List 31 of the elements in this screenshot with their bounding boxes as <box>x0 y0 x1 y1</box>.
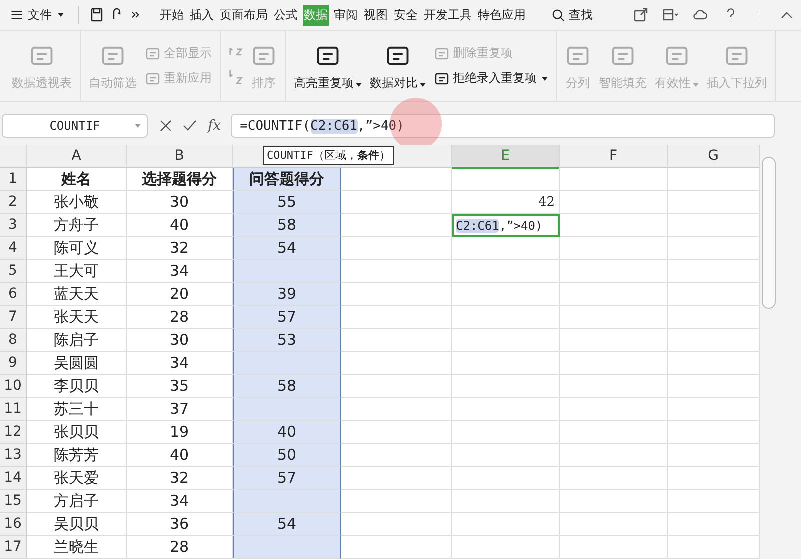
table-cell: 57 <box>233 306 341 329</box>
table-cell: 兰晓生 <box>27 536 127 559</box>
table-cell: 吴圆圆 <box>27 352 127 375</box>
table-cell: 50 <box>233 444 341 467</box>
table-cell: 张小敬 <box>27 191 127 214</box>
table-cell: 问答题得分 <box>233 168 341 191</box>
table-cell: 42 <box>452 191 560 214</box>
table-cell: 57 <box>233 467 341 490</box>
table-cell: 张天天 <box>27 306 127 329</box>
table-cell: 方启子 <box>27 490 127 513</box>
table-cell: 苏三十 <box>27 398 127 421</box>
table-cell: 55 <box>233 191 341 214</box>
table-cell: 54 <box>233 513 341 536</box>
table-cell: 58 <box>233 214 341 237</box>
table-cell: 53 <box>233 329 341 352</box>
table-cell: 58 <box>233 375 341 398</box>
table-cell: 陈可义 <box>27 237 127 260</box>
table-cell: 54 <box>233 237 341 260</box>
table-cell: 蓝天天 <box>27 283 127 306</box>
table-cell: 39 <box>233 283 341 306</box>
table-cell: 40 <box>233 421 341 444</box>
table-cell: 姓名 <box>27 168 127 191</box>
table-cell: 王大可 <box>27 260 127 283</box>
table-cell: 李贝贝 <box>27 375 127 398</box>
table-cell: 陈启子 <box>27 329 127 352</box>
table-cell: 陈芳芳 <box>27 444 127 467</box>
table-cell: 吴贝贝 <box>27 513 127 536</box>
table-cell: 张天爱 <box>27 467 127 490</box>
function-tooltip: COUNTIF（区域，条件） <box>263 146 394 165</box>
table-cell: 方舟子 <box>27 214 127 237</box>
table-cell: 张贝贝 <box>27 421 127 444</box>
